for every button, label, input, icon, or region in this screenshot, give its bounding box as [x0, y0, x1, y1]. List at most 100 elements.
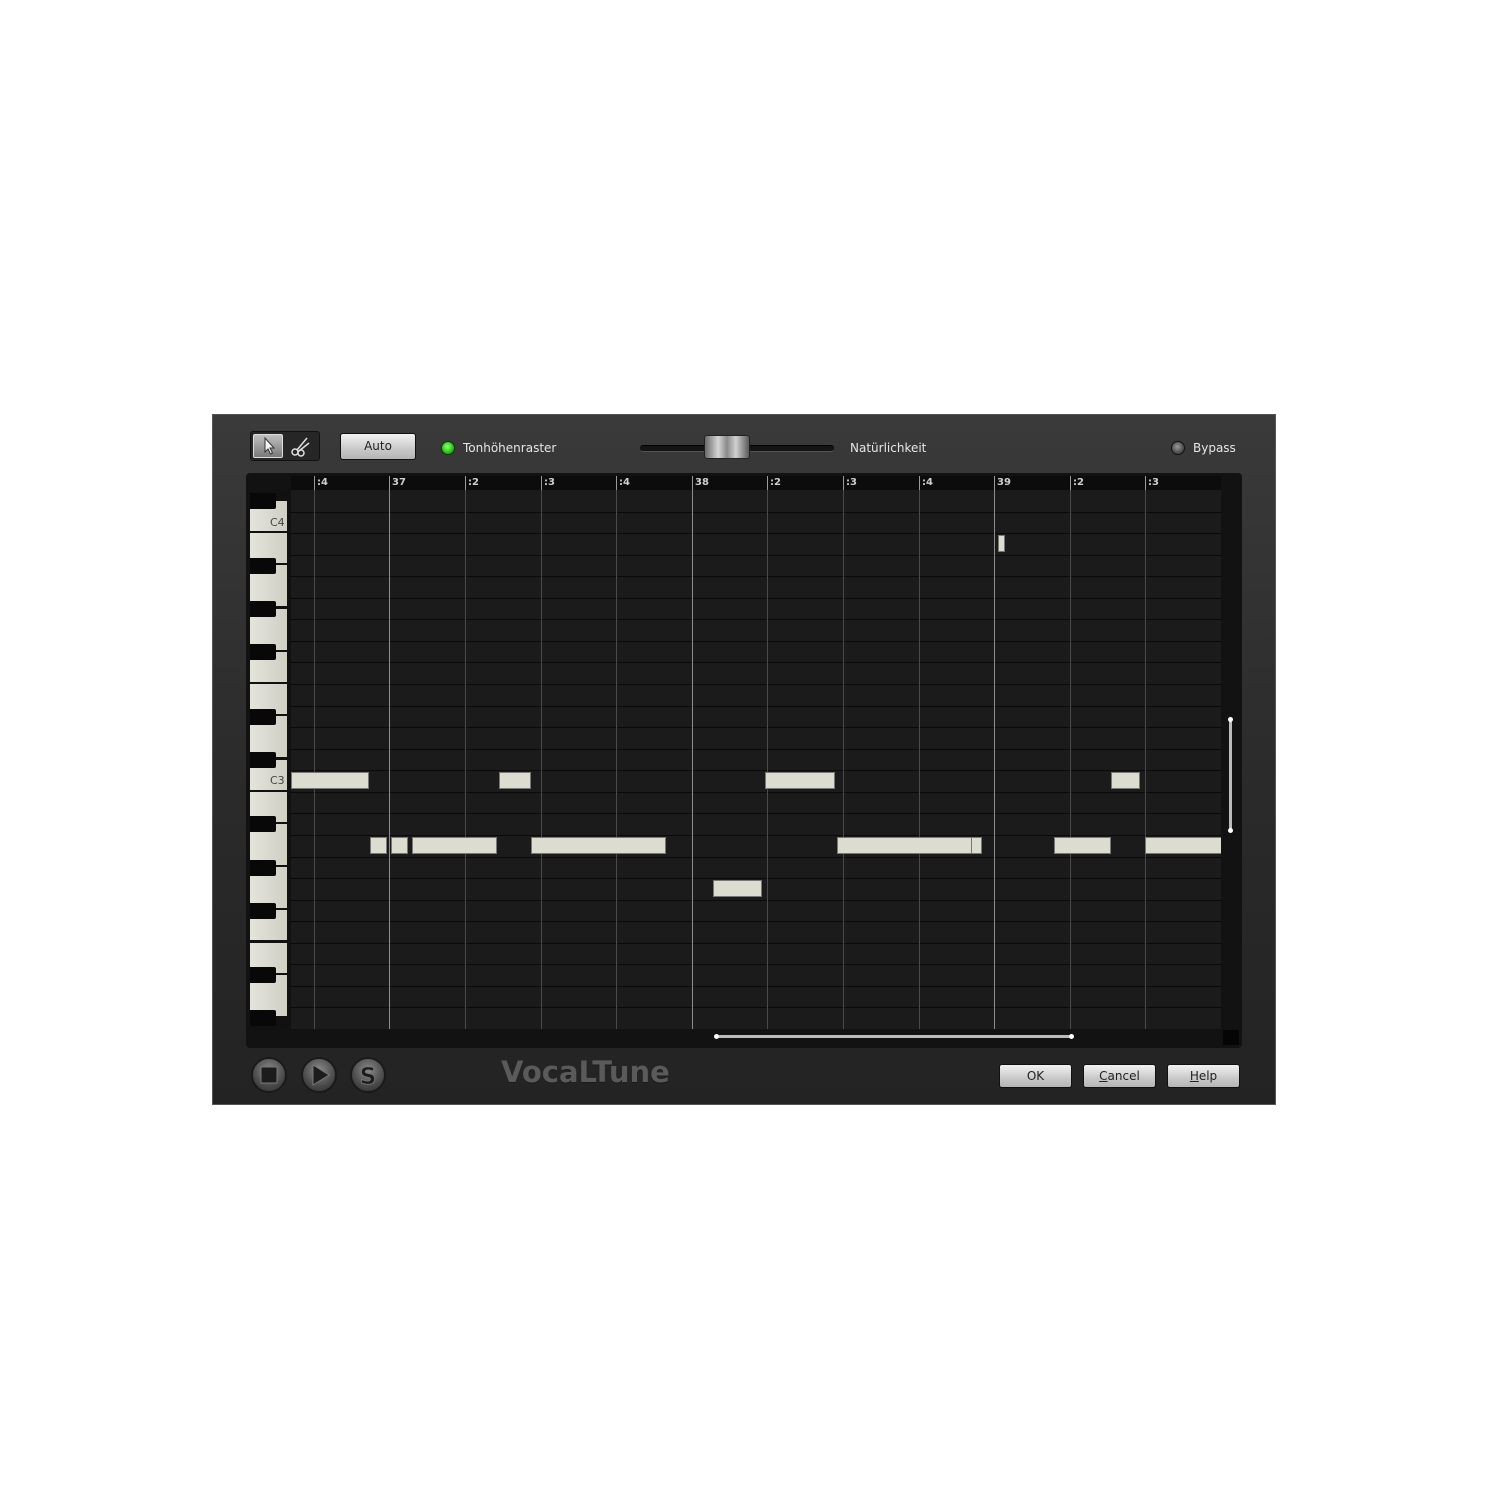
- pitch-row-line: [291, 835, 1221, 836]
- pitch-grid-toggle[interactable]: [441, 441, 455, 455]
- piano-keyboard[interactable]: C4 C3: [250, 490, 291, 1029]
- pointer-tool-button[interactable]: [253, 434, 283, 458]
- beat-line: [1145, 490, 1146, 1029]
- beat-line: [616, 490, 617, 1029]
- pitch-row-line: [291, 706, 1221, 707]
- ruler-label: :2: [770, 477, 781, 488]
- black-key[interactable]: [250, 644, 276, 660]
- bar-line: [389, 490, 390, 1029]
- black-key[interactable]: [250, 903, 276, 919]
- app-logo: VocaLTune: [501, 1055, 670, 1089]
- pitch-row-line: [291, 857, 1221, 858]
- ruler-label: 38: [695, 477, 709, 488]
- black-key[interactable]: [250, 967, 276, 983]
- note-block[interactable]: [370, 837, 387, 854]
- black-key[interactable]: [250, 558, 276, 574]
- pitch-row-line: [291, 619, 1221, 620]
- scroll-corner: [1223, 1030, 1239, 1045]
- note-block[interactable]: [1145, 837, 1221, 854]
- bypass-toggle[interactable]: [1171, 441, 1185, 455]
- auto-button[interactable]: Auto: [340, 433, 416, 460]
- horizontal-scrollbar[interactable]: [714, 1034, 1074, 1039]
- note-block[interactable]: [713, 880, 762, 897]
- pitch-row-line: [291, 576, 1221, 577]
- bar-line: [692, 490, 693, 1029]
- naturalness-slider-thumb[interactable]: [704, 435, 750, 459]
- pitch-row-line: [291, 598, 1221, 599]
- black-key[interactable]: [250, 860, 276, 876]
- help-label-rest: elp: [1198, 1069, 1218, 1083]
- note-block[interactable]: [291, 772, 369, 789]
- pitch-row-line: [291, 749, 1221, 750]
- note-block[interactable]: [998, 535, 1005, 552]
- solo-icon: S: [359, 1064, 376, 1091]
- scissors-icon: [291, 437, 310, 457]
- ruler-tick: [1070, 476, 1071, 490]
- naturalness-label: Natürlichkeit: [850, 441, 927, 455]
- ruler-label: :3: [1148, 477, 1159, 488]
- cancel-button[interactable]: Cancel: [1083, 1064, 1156, 1088]
- vocaltune-window: Auto Tonhöhenraster Natürlichkeit Bypass…: [212, 414, 1276, 1105]
- tool-selector: [250, 431, 320, 461]
- vertical-scrollbar[interactable]: [1228, 717, 1233, 833]
- pitch-grid-label: Tonhöhenraster: [463, 441, 557, 455]
- pitch-row-line: [291, 986, 1221, 987]
- octave-label: C4: [270, 516, 285, 529]
- cancel-mnemonic: C: [1099, 1069, 1108, 1083]
- arrow-cursor-icon: [264, 436, 276, 455]
- black-key[interactable]: [250, 601, 276, 617]
- note-grid[interactable]: [291, 490, 1221, 1029]
- bypass-label: Bypass: [1193, 441, 1236, 455]
- pitch-row-line: [291, 727, 1221, 728]
- stop-button[interactable]: [251, 1057, 287, 1093]
- ruler-label: :3: [544, 477, 555, 488]
- black-key[interactable]: [250, 493, 276, 509]
- pitch-row-line: [291, 555, 1221, 556]
- pitch-row-line: [291, 1007, 1221, 1008]
- ruler-tick: [843, 476, 844, 490]
- pitch-row-line: [291, 662, 1221, 663]
- ruler-label: :2: [468, 477, 479, 488]
- black-key[interactable]: [250, 816, 276, 832]
- pitch-row-line: [291, 964, 1221, 965]
- play-button[interactable]: [301, 1057, 337, 1093]
- beat-line: [541, 490, 542, 1029]
- note-block[interactable]: [412, 837, 497, 854]
- beat-line: [843, 490, 844, 1029]
- beat-line: [1070, 490, 1071, 1029]
- black-key[interactable]: [250, 709, 276, 725]
- beat-line: [314, 490, 315, 1029]
- ok-button[interactable]: OK: [999, 1064, 1072, 1088]
- timeline-ruler[interactable]: :4 37:2:3:4 38:2:3:4 39:2:3: [291, 476, 1221, 490]
- note-block[interactable]: [499, 772, 531, 789]
- beat-line: [767, 490, 768, 1029]
- note-editor: :4 37:2:3:4 38:2:3:4 39:2:3 C4 C3: [246, 473, 1242, 1048]
- pitch-row-line: [291, 900, 1221, 901]
- pitch-row-line: [291, 770, 1221, 771]
- pitch-row-line: [291, 533, 1221, 534]
- note-block[interactable]: [391, 837, 408, 854]
- black-key[interactable]: [250, 752, 276, 768]
- ruler-tick: [465, 476, 466, 490]
- ruler-label: :4: [317, 477, 328, 488]
- note-block[interactable]: [765, 772, 835, 789]
- pitch-row-line: [291, 641, 1221, 642]
- ruler-tick: [1145, 476, 1146, 490]
- note-block[interactable]: [1111, 772, 1140, 789]
- ruler-tick: [767, 476, 768, 490]
- ruler-tick: [616, 476, 617, 490]
- note-block[interactable]: [837, 837, 972, 854]
- beat-line: [919, 490, 920, 1029]
- pitch-row-line: [291, 921, 1221, 922]
- black-key[interactable]: [250, 1010, 276, 1026]
- help-button[interactable]: Help: [1167, 1064, 1240, 1088]
- note-block[interactable]: [531, 837, 666, 854]
- ruler-label: :3: [846, 477, 857, 488]
- note-block[interactable]: [1054, 837, 1111, 854]
- ruler-tick: [541, 476, 542, 490]
- note-block[interactable]: [971, 837, 982, 854]
- pitch-row-line: [291, 684, 1221, 685]
- scissors-tool-button[interactable]: [287, 434, 317, 458]
- solo-button[interactable]: S: [350, 1057, 386, 1093]
- ruler-label: 39: [997, 477, 1011, 488]
